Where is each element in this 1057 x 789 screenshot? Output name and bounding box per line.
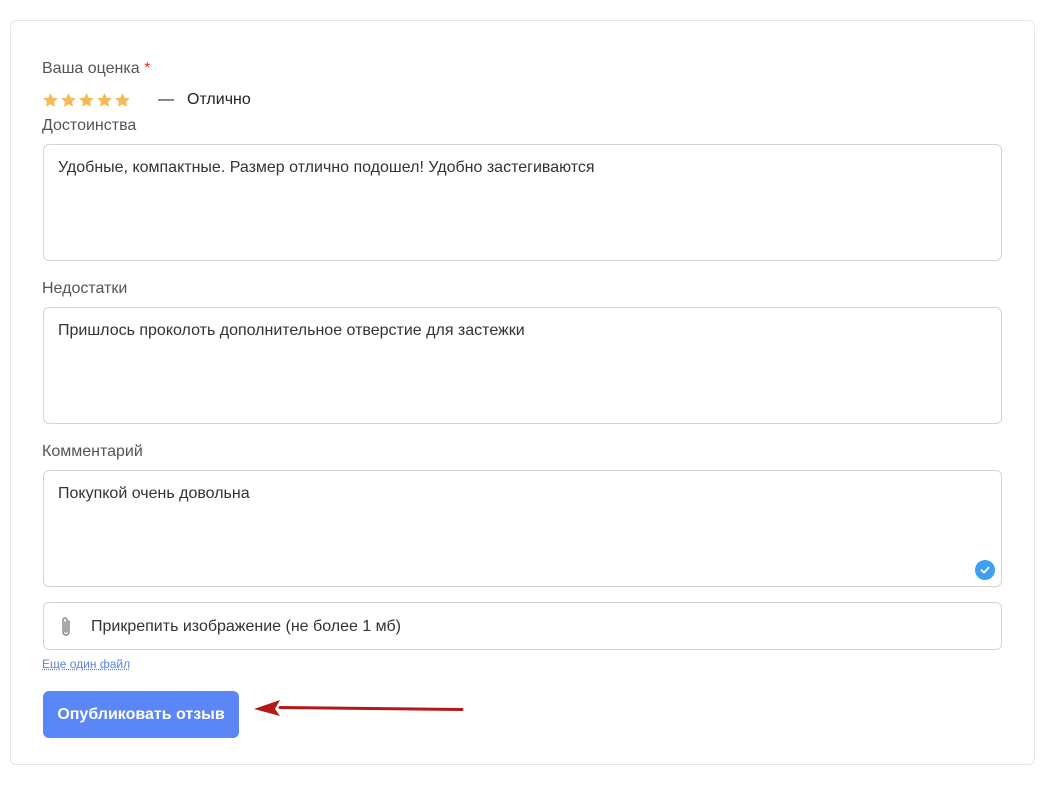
- add-another-file-link[interactable]: Еще один файл: [42, 657, 130, 671]
- pros-label: Достоинства: [42, 117, 137, 134]
- star-icon[interactable]: [60, 92, 77, 109]
- arrow-annotation: [254, 700, 464, 716]
- rating-text: Отлично: [187, 91, 251, 108]
- attach-image-field[interactable]: Прикрепить изображение (не более 1 мб): [43, 602, 1002, 650]
- paperclip-icon: [62, 617, 70, 636]
- attach-label: Прикрепить изображение (не более 1 мб): [91, 618, 401, 635]
- comment-text: Покупкой очень довольна: [58, 485, 250, 502]
- star-icon[interactable]: [78, 92, 95, 109]
- cons-textarea[interactable]: Пришлось проколоть дополнительное отверс…: [43, 307, 1002, 424]
- rating-label-text: Ваша оценка: [42, 60, 140, 77]
- star-icon[interactable]: [96, 92, 113, 109]
- rating-description: — Отлично: [158, 91, 251, 109]
- rating-label: Ваша оценка *: [42, 60, 150, 78]
- star-icon[interactable]: [42, 92, 59, 109]
- pros-textarea[interactable]: Удобные, компактные. Размер отлично подо…: [43, 144, 1002, 261]
- comment-label: Комментарий: [42, 443, 143, 460]
- cons-label: Недостатки: [42, 280, 128, 297]
- rating-dash: —: [158, 91, 174, 108]
- star-icon[interactable]: [114, 92, 131, 109]
- star-rating[interactable]: [42, 92, 131, 110]
- comment-textarea[interactable]: Покупкой очень довольна: [43, 470, 1002, 587]
- publish-review-button[interactable]: Опубликовать отзыв: [43, 691, 239, 738]
- check-icon: [975, 560, 995, 580]
- required-mark: *: [144, 60, 151, 77]
